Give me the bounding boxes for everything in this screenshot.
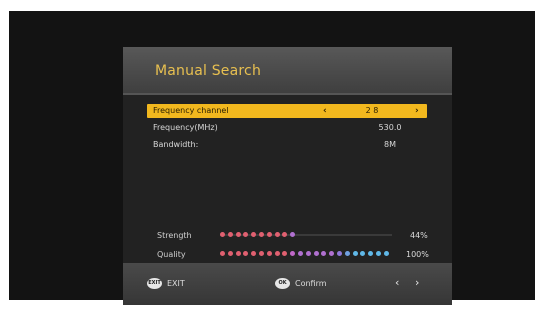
- exit-key-icon[interactable]: EXIT: [147, 278, 162, 289]
- quality-dot: [251, 251, 257, 256]
- chevron-right-icon[interactable]: ›: [415, 104, 419, 118]
- quality-dot: [298, 251, 303, 256]
- tv-screen: Manual Search Frequency channel ‹ 2 8 › …: [9, 11, 535, 305]
- quality-dot: [220, 251, 225, 256]
- quality-dot: [321, 251, 327, 256]
- bandwidth-value: 8M: [384, 140, 396, 149]
- footer-bar: EXIT EXIT OK Confirm ‹ ›: [123, 263, 452, 305]
- row-bandwidth[interactable]: Bandwidth: 8M: [147, 138, 427, 152]
- strength-dot: [282, 232, 288, 237]
- quality-dot: [243, 251, 249, 256]
- strength-dot: [274, 232, 280, 237]
- quality-dot: [383, 251, 389, 256]
- quality-dot: [329, 251, 335, 256]
- strength-dot: [259, 232, 264, 237]
- nav-left-icon[interactable]: ‹: [395, 276, 399, 289]
- quality-dot: [376, 251, 381, 256]
- quality-percent: 100%: [406, 250, 429, 259]
- quality-dot: [290, 251, 296, 256]
- strength-dot: [251, 232, 257, 237]
- strength-dot: [290, 232, 296, 237]
- strength-label: Strength: [157, 231, 192, 240]
- quality-dot: [352, 251, 358, 256]
- quality-dot: [313, 251, 319, 256]
- quality-dot: [282, 251, 288, 256]
- ok-key-icon[interactable]: OK: [275, 278, 290, 289]
- quality-dot: [344, 251, 350, 256]
- row-frequency-mhz[interactable]: Frequency(MHz) 530.0: [147, 121, 427, 135]
- page-title: Manual Search: [155, 63, 262, 79]
- quality-dot: [368, 251, 374, 256]
- confirm-label[interactable]: Confirm: [295, 279, 327, 288]
- frequency-mhz-label: Frequency(MHz): [153, 123, 218, 132]
- exit-label[interactable]: EXIT: [167, 279, 185, 288]
- frequency-mhz-value: 530.0: [378, 123, 402, 132]
- quality-dot: [305, 251, 311, 256]
- quality-dot: [227, 251, 233, 256]
- strength-dot: [227, 232, 233, 237]
- bandwidth-label: Bandwidth:: [153, 140, 199, 149]
- quality-dot: [259, 251, 264, 256]
- strength-dot: [266, 232, 272, 237]
- strength-dot: [220, 232, 225, 237]
- quality-dot: [337, 251, 342, 256]
- quality-dot: [360, 251, 366, 256]
- row-frequency-channel[interactable]: Frequency channel ‹ 2 8 ›: [147, 104, 427, 118]
- settings-area: Frequency channel ‹ 2 8 › Frequency(MHz)…: [123, 95, 452, 263]
- strength-dot: [235, 232, 241, 237]
- strength-dot: [243, 232, 249, 237]
- manual-search-dialog: Manual Search Frequency channel ‹ 2 8 › …: [123, 47, 452, 305]
- chevron-left-icon[interactable]: ‹: [323, 104, 327, 118]
- dialog-header: Manual Search: [123, 47, 452, 95]
- frequency-channel-label: Frequency channel: [153, 106, 229, 115]
- nav-right-icon[interactable]: ›: [415, 276, 419, 289]
- frequency-channel-value: 2 8: [365, 106, 379, 115]
- quality-label: Quality: [157, 250, 186, 259]
- quality-dot: [266, 251, 272, 256]
- quality-dot: [274, 251, 280, 256]
- strength-percent: 44%: [410, 231, 428, 240]
- quality-dot: [235, 251, 241, 256]
